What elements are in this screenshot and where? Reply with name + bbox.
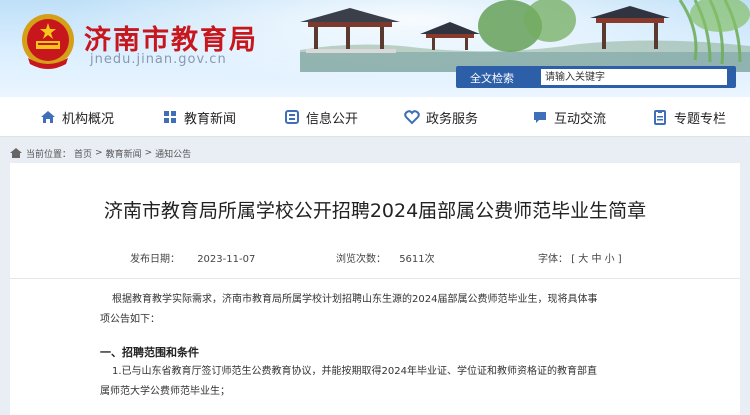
condition-line: 1.已与山东省教育厅签订师范生公费教育协议，并能按期取得2024年毕业证、学位证… [112,366,597,377]
breadcrumb-separator: > [95,148,103,158]
font-size-label: 字体： [538,254,568,265]
search-input[interactable] [541,69,727,85]
article-title: 济南市教育局所属学校公开招聘2024届部属公费师范毕业生简章 [103,200,647,222]
clipboard-icon [654,110,666,125]
document-icon [285,110,299,124]
publish-date-value: 2023-11-07 [197,254,256,265]
intro-line: 项公告如下： [100,314,160,325]
article-panel: 济南市教育局所属学校公开招聘2024届部属公费师范毕业生简章 发布日期： 202… [10,163,740,415]
heart-icon [404,110,420,125]
font-size-selector: 字体： [ 大 中 小 ] [538,250,622,265]
nav-label: 机构概况 [62,111,115,127]
page: 济南市教育局 jnedu.jinan.gov.cn 全文检索 请输入关键字 机构… [0,0,750,415]
breadcrumb-item-notice[interactable]: 通知公告 [155,147,191,160]
home-icon [41,111,55,123]
nav-label: 政务服务 [426,111,479,127]
intro-line: 根据教育教学实际需求，济南市教育局所属学校计划招聘山东生源的2024届部属公费师… [112,294,598,305]
nav-item-about[interactable]: 机构概况 [40,107,114,127]
nav-item-disclosure[interactable]: 信息公开 [284,107,358,127]
nav-label: 信息公开 [306,111,359,127]
nav-item-topics[interactable]: 专题专栏 [652,107,726,127]
search-bar: 全文检索 [456,66,736,88]
view-count-value: 5611次 [399,254,435,265]
breadcrumb-item-home[interactable]: 首页 [74,147,92,160]
pavilion-scenery-image [300,0,750,72]
section-heading: 一、招聘范围和条件 [100,346,199,359]
grid-icon [164,111,176,123]
view-count-label: 浏览次数： [336,254,386,265]
chat-icon [534,112,546,123]
nav-item-news[interactable]: 教育新闻 [162,107,236,127]
breadcrumb-item-news[interactable]: 教育新闻 [106,147,142,160]
breadcrumb: 当前位置： 首页 > 教育新闻 > 通知公告 [10,144,740,162]
meta-divider [10,278,740,279]
main-nav: 机构概况 教育新闻 信息公开 政务服务 互动交流 专题专栏 [0,97,750,137]
intro-paragraph: 根据教育教学实际需求，济南市教育局所属学校计划招聘山东生源的2024届部属公费师… [100,290,660,330]
site-header: 济南市教育局 jnedu.jinan.gov.cn 全文检索 请输入关键字 [0,0,750,97]
fulltext-search-button[interactable]: 全文检索 [470,70,514,86]
site-url: jnedu.jinan.gov.cn [90,52,227,67]
national-emblem-icon [22,14,74,69]
condition-line: 属师范大学公费师范毕业生； [100,386,230,397]
nav-label: 教育新闻 [184,111,237,127]
nav-label: 互动交流 [554,111,607,127]
condition-item: 1.已与山东省教育厅签订师范生公费教育协议，并能按期取得2024年毕业证、学位证… [100,362,660,402]
nav-item-services[interactable]: 政务服务 [404,107,478,127]
font-size-options[interactable]: [ 大 中 小 ] [571,254,622,265]
breadcrumb-separator: > [144,148,153,158]
nav-label: 专题专栏 [674,111,727,127]
breadcrumb-home-icon [10,148,22,158]
nav-item-interaction[interactable]: 互动交流 [532,107,606,127]
publish-date-label: 发布日期： [130,254,180,265]
publish-date: 发布日期： 2023-11-07 [130,250,255,265]
breadcrumb-prefix: 当前位置： [26,149,72,160]
view-count: 浏览次数： 5611次 [336,250,435,265]
